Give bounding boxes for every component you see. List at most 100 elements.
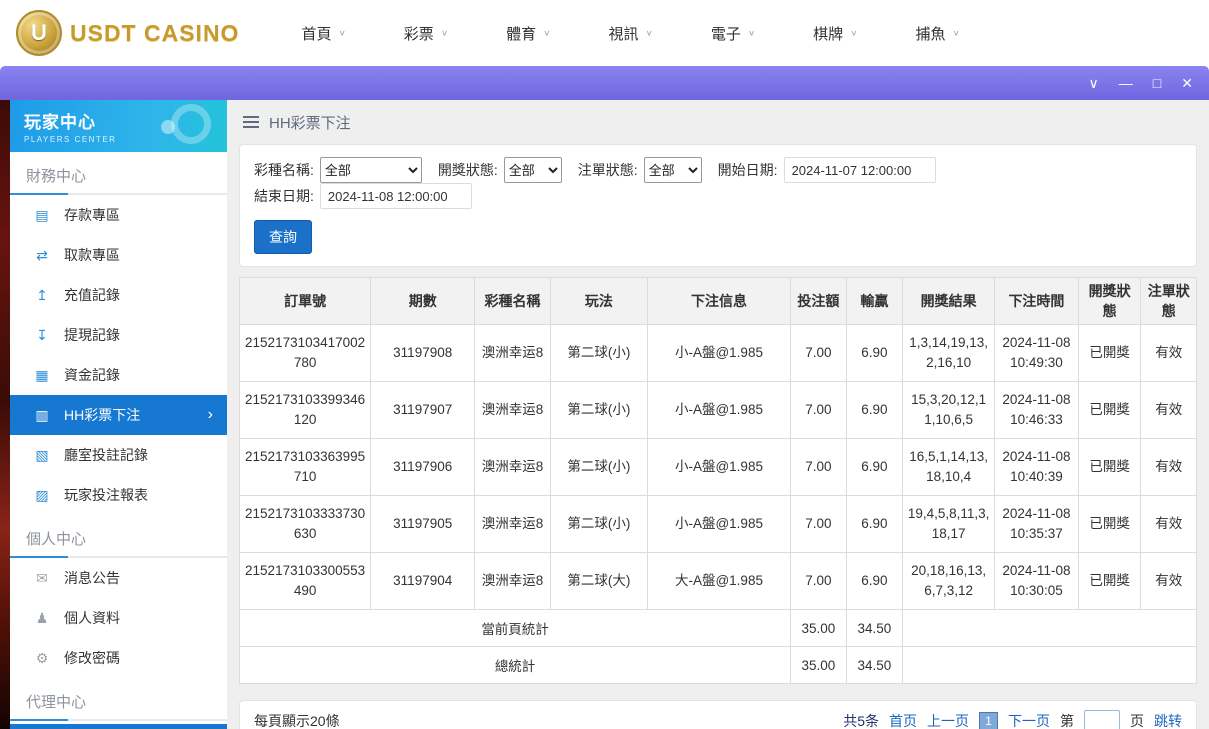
nav-item-label: 視訊 [608,25,639,43]
lottery-name-select[interactable]: 全部 [319,157,422,183]
change-password-gear-icon: ⚙ [35,649,49,666]
cell-bet: 7.00 [790,552,847,610]
cell-result: 20,18,16,13,6,7,3,12 [902,552,996,610]
grand-total-empty [902,646,1197,684]
section-divider [10,556,227,558]
chevron-down-icon: ∨ [543,28,551,38]
sidebar-item-label: 廳室投註記錄 [64,447,148,463]
close-icon[interactable]: ✕ [1181,76,1193,90]
recharge-record-icon: ↥ [36,286,48,303]
prev-page-link[interactable]: 上一页 [927,711,969,729]
cell-play: 第二球(小) [549,438,648,496]
cell-win: 6.90 [845,381,904,439]
filter-panel: 彩種名稱: 全部 開獎狀態: 全部 注單狀態: 全部 開始日期: 2024-11… [239,144,1197,267]
cell-order-status: 有效 [1140,381,1197,439]
logo-monogram: U [31,20,47,45]
cell-info: 小-A盤@1.985 [646,324,792,382]
nav-item-label: 體育 [506,25,537,43]
column-header-win: 輸贏 [845,277,904,325]
sidebar-item-label: 資金記錄 [64,367,120,383]
cell-period: 31197904 [370,552,476,610]
sidebar-item[interactable]: ▤ 存款專區 [10,195,227,235]
gamepad-icon [171,104,211,144]
jump-button[interactable]: 跳转 [1154,711,1182,729]
page-jump-input[interactable] [1084,709,1120,729]
top-nav: 首頁 ∨ 彩票 ∨ 體育 ∨ 視訊 ∨ 電子 ∨ 棋牌 ∨ 捕魚 ∨ [301,23,959,44]
cell-lottery: 澳洲幸运8 [474,324,551,382]
cell-lottery: 澳洲幸运8 [474,381,551,439]
bets-table-wrap: 訂單號 期數 彩種名稱 玩法 下注信息 投注額 輸贏 開獎結果 下注時間 開獎狀… [238,277,1197,684]
page-total-row: 當前頁統計 35.00 34.50 [238,609,1197,647]
current-page[interactable]: 1 [979,711,998,729]
cell-lottery: 澳洲幸运8 [474,552,551,610]
jump-label-suffix: 页 [1130,713,1144,729]
sidebar-item[interactable]: ↧ 提現記錄 [10,315,227,355]
cell-order-status: 有效 [1140,495,1197,553]
cell-result: 15,3,20,12,11,10,6,5 [902,381,996,439]
total-count: 共5条 [843,713,879,729]
draw-status-select[interactable]: 全部 [503,157,562,183]
site-logo[interactable]: U USDT CASINO [16,10,239,56]
first-page-link[interactable]: 首页 [889,711,917,729]
table-row: 2152173103300553490 31197904 澳洲幸运8 第二球(大) 大-… [238,552,1197,610]
sidebar-item[interactable]: ▧ 廳室投註記錄 [10,435,227,475]
cell-period: 31197906 [370,438,476,496]
cell-win: 6.90 [845,324,904,382]
cell-draw-status: 已開獎 [1077,381,1142,439]
sidebar-item[interactable]: ↥ 充值記錄 [10,275,227,315]
cell-info: 小-A盤@1.985 [646,438,792,496]
cell-period: 31197907 [370,381,476,439]
sidebar-item[interactable]: ♟ 個人資料 [10,598,227,638]
chevron-down-icon: ∨ [850,28,858,38]
sidebar-item[interactable]: ✉ 消息公告 [10,558,227,598]
sidebar-item-label: 玩家投注報表 [64,487,148,503]
cell-bet: 7.00 [790,495,847,553]
pagination-bar: 每頁顯示20條 共5条 首页 上一页 1 下一页 第 页 跳转 [239,700,1197,729]
nav-item[interactable]: 彩票 ∨ [404,23,448,44]
page-title: HH彩票下注 [269,114,351,132]
cell-period: 31197905 [370,495,476,553]
cell-bet: 7.00 [790,381,847,439]
sidebar-item[interactable]: ▦ 資金記錄 [10,355,227,395]
sidebar-item[interactable]: ⚙ 修改密碼 [10,638,227,678]
menu-toggle-icon[interactable] [243,116,259,128]
cell-draw-status: 已開獎 [1077,495,1142,553]
sidebar-section-label: 財務中心 [26,168,87,185]
page-total-empty [902,609,1197,647]
nav-item[interactable]: 棋牌 ∨ [813,23,857,44]
maximize-icon[interactable]: □ [1153,76,1161,90]
table-row: 2152173103363995710 31197906 澳洲幸运8 第二球(小) 小-… [238,438,1197,496]
nav-item[interactable]: 視訊 ∨ [608,23,652,44]
nav-item[interactable]: 體育 ∨ [506,23,550,44]
sidebar-menu: 財務中心 ▤ 存款專區 ⇄ 取款專區 ↥ 充值記錄 ↧ 提現記錄 ▦ 資金記錄 ▥ HH彩票下注 › ▧ 廳室… [10,152,227,721]
cell-time: 2024-11-08 10:46:33 [994,381,1079,439]
order-status-select[interactable]: 全部 [643,157,702,183]
cell-info: 小-A盤@1.985 [646,381,792,439]
sidebar-item[interactable]: ▨ 玩家投注報表 [10,475,227,515]
nav-item[interactable]: 首頁 ∨ [301,23,345,44]
column-header-bet: 投注額 [790,277,847,325]
logo-coin-icon: U [16,10,62,56]
nav-item[interactable]: 電子 ∨ [711,23,755,44]
cell-result: 1,3,14,19,13,2,16,10 [902,324,996,382]
section-divider [10,719,227,721]
cell-play: 第二球(小) [549,324,648,382]
start-date-input[interactable] [783,157,936,183]
sidebar-item-label: 個人資料 [64,610,120,626]
chevron-down-icon[interactable]: ∨ [1089,76,1099,90]
end-date-input[interactable] [319,183,472,209]
sidebar: 玩家中心 PLAYERS CENTER 財務中心 ▤ 存款專區 ⇄ 取款專區 ↥ 充值記錄 ↧… [10,100,227,729]
sidebar-item-label: 充值記錄 [64,287,120,303]
cell-lottery: 澳洲幸运8 [474,495,551,553]
sidebar-item[interactable]: ▥ HH彩票下注 › [10,395,227,435]
minimize-icon[interactable]: — [1119,76,1133,90]
withdrawal-record-icon: ↧ [36,326,48,343]
cell-time: 2024-11-08 10:40:39 [994,438,1079,496]
next-page-link[interactable]: 下一页 [1008,711,1050,729]
query-button[interactable]: 查詢 [254,220,312,254]
jump-label-prefix: 第 [1060,713,1074,729]
room-bets-record-icon: ▧ [35,446,49,463]
table-header-row: 訂單號 期數 彩種名稱 玩法 下注信息 投注額 輸贏 開獎結果 下注時間 開獎狀… [238,277,1197,325]
sidebar-item[interactable]: ⇄ 取款專區 [10,235,227,275]
nav-item[interactable]: 捕魚 ∨ [916,23,960,44]
